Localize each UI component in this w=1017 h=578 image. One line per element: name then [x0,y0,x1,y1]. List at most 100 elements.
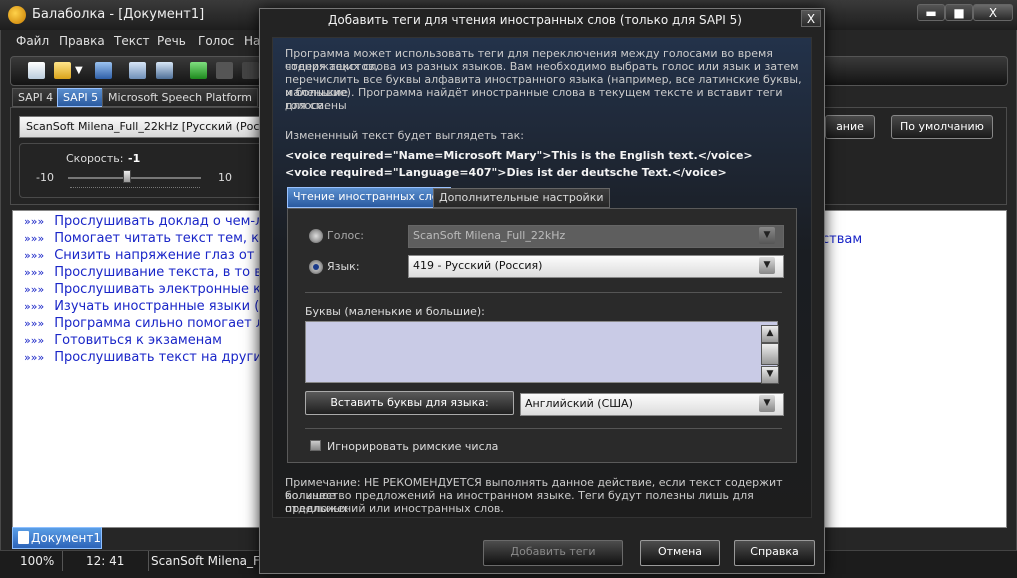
insert-language-value: Английский (США) [525,397,633,410]
split-audio-icon[interactable] [156,62,173,79]
speed-slider-thumb[interactable] [123,170,131,183]
voice-radio[interactable] [309,229,323,243]
editor-line-fragment: ствам [822,232,863,247]
menu-speech[interactable]: Речь [157,34,186,48]
ignore-roman-label: Игнорировать римские числа [327,440,499,453]
editor-line-text: Снизить напряжение глаз от сл [54,248,275,263]
editor-line: »»» Прослушивать электронные кни [24,282,278,297]
tab-additional-settings[interactable]: Дополнительные настройки [433,188,610,208]
note-line: предложений или иностранных слов. [285,502,504,515]
open-folder-icon[interactable] [54,62,71,79]
chevron-down-icon[interactable]: ▼ [759,227,775,244]
editor-line: »»» Прослушивать текст на других я [24,350,281,365]
menu-voice[interactable]: Голос [198,34,234,48]
tab-sapi4[interactable]: SAPI 4 [12,88,60,107]
help-button[interactable]: Справка [734,540,815,566]
letters-label: Буквы (маленькие и большие): [305,305,485,318]
status-cursor-position: 12: 41 [80,551,149,571]
chevron-down-icon[interactable]: ▼ [75,62,85,79]
language-combo[interactable]: 419 - Русский (Россия) ▼ [408,255,784,278]
chevron-down-icon[interactable]: ▼ [759,395,775,412]
pause-icon[interactable] [216,62,233,79]
bullet-marker: »»» [24,283,45,296]
bullet-marker: »»» [24,351,45,364]
editor-line-text: Программа сильно помогает лю [54,316,276,331]
close-button[interactable]: X [973,4,1013,21]
menu-text[interactable]: Текст [114,34,150,48]
divider [305,292,782,293]
play-icon[interactable] [190,62,207,79]
divider [305,428,782,429]
example-label: Измененный текст будет выглядеть так: [285,129,525,142]
voice-settings-button[interactable]: ание [825,115,875,139]
tab-speech-platform[interactable]: Microsoft Speech Platform [102,88,258,107]
scroll-down-icon[interactable]: ▼ [761,366,779,384]
save-icon[interactable] [95,62,112,79]
editor-line: »»» Прослушивание текста, в то вре [24,265,278,280]
editor-line-text: Прослушивать текст на других я [54,350,282,365]
bullet-marker: »»» [24,266,45,279]
document-icon [18,531,29,544]
editor-line-text: Прослушивать доклад о чем-либ [54,214,280,229]
speed-slider-track[interactable] [68,177,201,179]
example-line-1: <voice required="Name=Microsoft Mary">Th… [285,149,753,162]
insert-letters-button[interactable]: Вставить буквы для языка: [305,391,514,415]
editor-line-text: Готовиться к экзаменам [54,333,222,348]
letters-textarea[interactable] [305,321,778,383]
insert-language-combo[interactable]: Английский (США) ▼ [520,393,784,416]
maximize-button[interactable]: ■ [945,4,973,21]
editor-line: »»» Изучать иностранные языки (в [24,299,267,314]
speed-label: Скорость: [66,152,124,165]
editor-line: »»» Снизить напряжение глаз от сл [24,248,274,263]
editor-line-text: Помогает читать текст тем, кто [54,231,275,246]
tab-sapi5[interactable]: SAPI 5 [57,88,105,107]
editor-line: »»» Прослушивать доклад о чем-либ [24,214,280,229]
chevron-down-icon[interactable]: ▼ [759,257,775,274]
speed-slider-ticks [70,187,200,190]
dialog-title: Добавить теги для чтения иностранных сло… [328,13,742,27]
menu-edit[interactable]: Правка [59,34,105,48]
editor-line-text: Изучать иностранные языки (в [54,299,267,314]
voice-combo-value: ScanSoft Milena_Full_22kHz [413,229,566,242]
app-icon [8,6,26,24]
menu-file[interactable]: Файл [16,34,49,48]
bullet-marker: »»» [24,317,45,330]
dialog-description-line: голоса. [285,99,328,112]
editor-line: »»» Программа сильно помогает лю [24,316,275,331]
bullet-marker: »»» [24,334,45,347]
editor-line-text: Прослушивание текста, в то вре [54,265,279,280]
window-title: Балаболка - [Документ1] [32,7,205,22]
bullet-marker: »»» [24,215,45,228]
voice-select[interactable]: ScanSoft Milena_Full_22kHz [Русский (Рос… [19,116,269,138]
bullet-marker: »»» [24,300,45,313]
minimize-button[interactable]: ▬ [917,4,945,21]
editor-line: »»» Помогает читать текст тем, кто [24,231,275,246]
example-line-2: <voice required="Language=407">Dies ist … [285,166,727,179]
export-audio-icon[interactable] [129,62,146,79]
add-tags-button[interactable]: Добавить теги [483,540,623,566]
language-radio-label: Язык: [327,260,360,273]
speed-max-label: 10 [218,171,232,184]
editor-line: »»» Готовиться к экзаменам [24,333,222,348]
ignore-roman-checkbox[interactable] [310,440,321,451]
default-button[interactable]: По умолчанию [891,115,993,139]
language-combo-value: 419 - Русский (Россия) [413,259,543,272]
new-document-icon[interactable] [28,62,45,79]
menu-bar: Файл Правка Текст Речь Голос На [8,32,268,52]
bullet-marker: »»» [24,249,45,262]
speed-value: -1 [128,152,141,165]
language-radio[interactable] [309,260,323,274]
cancel-button[interactable]: Отмена [640,540,720,566]
dialog-close-button[interactable]: X [801,10,821,27]
menu-more[interactable]: На [244,34,260,48]
tab-foreign-words[interactable]: Чтение иностранных слов [287,187,451,208]
scrollbar-thumb[interactable] [761,343,779,365]
bullet-marker: »»» [24,232,45,245]
scroll-up-icon[interactable]: ▲ [761,325,779,343]
voice-radio-label: Голос: [327,229,364,242]
stop-icon[interactable] [242,62,259,79]
status-zoom: 100% [14,551,63,571]
voice-combo[interactable]: ScanSoft Milena_Full_22kHz ▼ [408,225,784,248]
speed-min-label: -10 [36,171,54,184]
dialog-description-line: содержащих слова из разных языков. Вам н… [285,60,799,73]
